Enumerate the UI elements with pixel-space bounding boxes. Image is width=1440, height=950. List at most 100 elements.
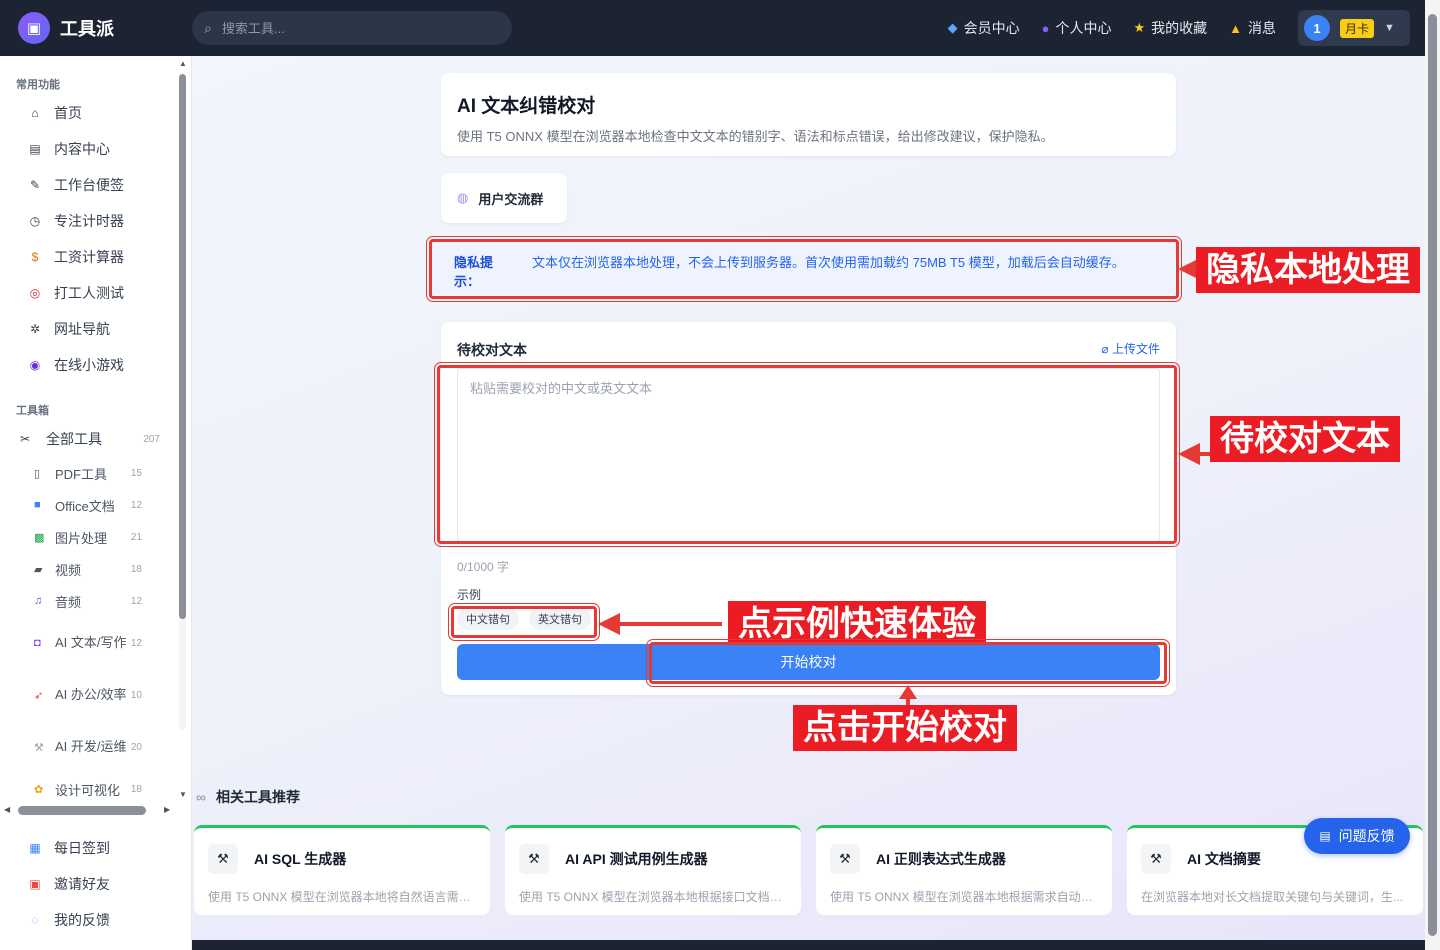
highlight-submit — [646, 639, 1170, 687]
page-title: AI 文本纠错校对 — [457, 96, 596, 117]
count-badge: 21 — [130, 531, 142, 543]
chat-icon: ◌ — [31, 913, 39, 927]
annotation-privacy: 隐私本地处理 — [1196, 247, 1420, 293]
sidebar-item-memo[interactable]: ✎ 工作台便签 — [0, 167, 180, 203]
tools-icon: ⚒ — [519, 844, 549, 874]
sidebar-item-label: 邀请好友 — [54, 876, 110, 892]
related-tools-label: 相关工具推荐 — [215, 789, 300, 805]
nav-member-center-label: 会员中心 — [963, 20, 1020, 36]
sidebar-scrollbar-thumb[interactable] — [179, 74, 186, 619]
upload-file-button[interactable]: ⌀ 上传文件 — [1101, 340, 1160, 357]
memo-icon: ✎ — [29, 178, 41, 192]
app-logo[interactable]: ▣ 工具派 — [18, 12, 192, 44]
sidebar-item-image[interactable]: ▩ 图片处理 21 — [0, 521, 180, 553]
count-badge: 10 — [130, 689, 142, 701]
related-tool-desc: 使用 T5 ONNX 模型在浏览器本地根据需求自动生... — [830, 890, 1098, 904]
sidebar-item-design[interactable]: ✿ 设计可视化 18 — [0, 773, 180, 805]
arrow-line — [906, 697, 910, 705]
nav-personal-center[interactable]: ● 个人中心 — [1042, 18, 1112, 38]
sidebar-item-checkin[interactable]: ▦ 每日签到 — [0, 830, 180, 866]
sidebar-item-label: 音频 — [55, 594, 82, 610]
sidebar-item-feedback[interactable]: ◌ 我的反馈 — [0, 902, 180, 938]
related-tool-card[interactable]: ⚒ AI SQL 生成器 使用 T5 ONNX 模型在浏览器本地将自然语言需求..… — [194, 825, 490, 915]
tools-icon: ⚒ — [208, 844, 238, 874]
sidebar-item-audio[interactable]: ♫ 音频 12 — [0, 585, 180, 617]
link-icon: ∞ — [196, 789, 206, 805]
count-badge: 18 — [130, 783, 142, 795]
feedback-button[interactable]: ▤ 问题反馈 — [1304, 818, 1410, 854]
sidebar-item-label: 网址导航 — [54, 321, 110, 337]
page-scrollbar-thumb[interactable] — [1428, 14, 1437, 936]
related-tool-card[interactable]: ⚒ AI API 测试用例生成器 使用 T5 ONNX 模型在浏览器本地根据接口文… — [505, 825, 801, 915]
nav-messages[interactable]: ▲ 消息 — [1229, 18, 1276, 38]
highlight-privacy — [426, 236, 1182, 302]
top-bar: ▣ 工具派 ⌕ ◆ 会员中心 ● 个人中心 ★ 我的收藏 ▲ 消息 1 月卡 ▼ — [0, 0, 1440, 56]
scroll-right-icon[interactable]: ▶ — [164, 805, 170, 814]
search-bar[interactable]: ⌕ — [192, 11, 512, 45]
nav-favorites[interactable]: ★ 我的收藏 — [1133, 18, 1207, 38]
sidebar-item-label: 设计可视化 — [55, 782, 121, 798]
sidebar-item-ai-writing[interactable]: ◘ AI 文本/写作 12 — [0, 617, 180, 669]
pdf-icon: ▯ — [34, 467, 41, 480]
sidebar-item-office[interactable]: ■ Office文档 12 — [0, 489, 180, 521]
sidebar-item-video[interactable]: ▰ 视频 18 — [0, 553, 180, 585]
sidebar-item-label: 打工人测试 — [54, 285, 124, 301]
person-icon: ● — [1041, 20, 1050, 36]
count-badge: 12 — [130, 595, 142, 607]
sidebar-item-label: 工资计算器 — [54, 249, 124, 265]
sidebar-item-label: AI 文本/写作 — [55, 635, 127, 650]
sidebar-item-home[interactable]: ⌂ 首页 — [0, 95, 180, 131]
sidebar-item-test[interactable]: ◎ 打工人测试 — [0, 275, 180, 311]
nav-member-center[interactable]: ◆ 会员中心 — [948, 18, 1020, 38]
count-badge: 15 — [130, 467, 142, 479]
palette-icon: ✿ — [34, 783, 44, 796]
footer-bar — [192, 940, 1425, 950]
related-tool-name: AI SQL 生成器 — [254, 851, 347, 867]
tool-header-card: AI 文本纠错校对 使用 T5 ONNX 模型在浏览器本地检查中文文本的错别字、… — [441, 73, 1176, 156]
bell-icon: ▲ — [1229, 20, 1242, 36]
newspaper-icon: ▤ — [29, 142, 41, 156]
sidebar-item-label: 内容中心 — [54, 141, 110, 157]
user-menu[interactable]: 1 月卡 ▼ — [1298, 10, 1410, 46]
sidebar-item-all-tools[interactable]: ✂ 全部工具 207 — [0, 424, 180, 454]
wrench-icon: ⚒ — [34, 741, 44, 754]
sidebar-item-ai-dev[interactable]: ⚒ AI 开发/运维 20 — [0, 721, 180, 773]
sidebar-item-label: 每日签到 — [54, 840, 110, 856]
target-icon: ◎ — [29, 286, 41, 300]
user-group-label: 用户交流群 — [478, 191, 544, 207]
sidebar-item-content[interactable]: ▤ 内容中心 — [0, 131, 180, 167]
related-tool-card[interactable]: ⚒ AI 正则表达式生成器 使用 T5 ONNX 模型在浏览器本地根据需求自动生.… — [816, 825, 1112, 915]
user-group-button[interactable]: ◍ 用户交流群 — [441, 173, 567, 223]
scroll-left-icon[interactable]: ◀ — [4, 805, 10, 814]
nav-favorites-label: 我的收藏 — [1151, 20, 1208, 36]
star-icon: ★ — [1133, 20, 1146, 35]
related-tool-name: AI API 测试用例生成器 — [565, 851, 708, 867]
calendar-icon: ▦ — [29, 841, 41, 855]
scroll-up-icon[interactable]: ▲ — [179, 59, 187, 68]
sidebar-item-ai-office[interactable]: ➶ AI 办公/效率 10 — [0, 669, 180, 721]
char-counter: 0/1000 字 — [457, 560, 510, 574]
sidebar-item-label: Office文档 — [55, 498, 115, 514]
search-input[interactable] — [221, 20, 462, 36]
sidebar-item-invite[interactable]: ▣ 邀请好友 — [0, 866, 180, 902]
sidebar-item-label: 我的反馈 — [54, 912, 110, 928]
membership-badge: 月卡 — [1340, 18, 1375, 38]
scroll-down-icon[interactable]: ▼ — [179, 790, 187, 799]
sidebar-item-label: 图片处理 — [55, 530, 108, 546]
sidebar-item-salary[interactable]: $ 工资计算器 — [0, 239, 180, 275]
sidebar-item-timer[interactable]: ◷ 专注计时器 — [0, 203, 180, 239]
sidebar-item-label: 工作台便签 — [54, 177, 124, 193]
sidebar-item-games[interactable]: ◉ 在线小游戏 — [0, 347, 180, 383]
music-icon: ♫ — [34, 595, 43, 607]
search-icon: ⌕ — [204, 19, 212, 36]
textarea-label: 待校对文本 — [457, 342, 527, 358]
sidebar-item-pdf[interactable]: ▯ PDF工具 15 — [0, 457, 180, 489]
sidebar-item-links[interactable]: ✲ 网址导航 — [0, 311, 180, 347]
tools-icon: ✂ — [20, 432, 31, 446]
chat-bubble-icon: ◍ — [457, 190, 469, 205]
count-badge: 18 — [130, 563, 142, 575]
related-tool-desc: 使用 T5 ONNX 模型在浏览器本地将自然语言需求... — [208, 890, 476, 904]
sidebar-hscroll-thumb[interactable] — [18, 806, 146, 815]
related-tool-name: AI 正则表达式生成器 — [876, 851, 1006, 867]
page-description: 使用 T5 ONNX 模型在浏览器本地检查中文文本的错别字、语法和标点错误，给出… — [457, 129, 1054, 144]
